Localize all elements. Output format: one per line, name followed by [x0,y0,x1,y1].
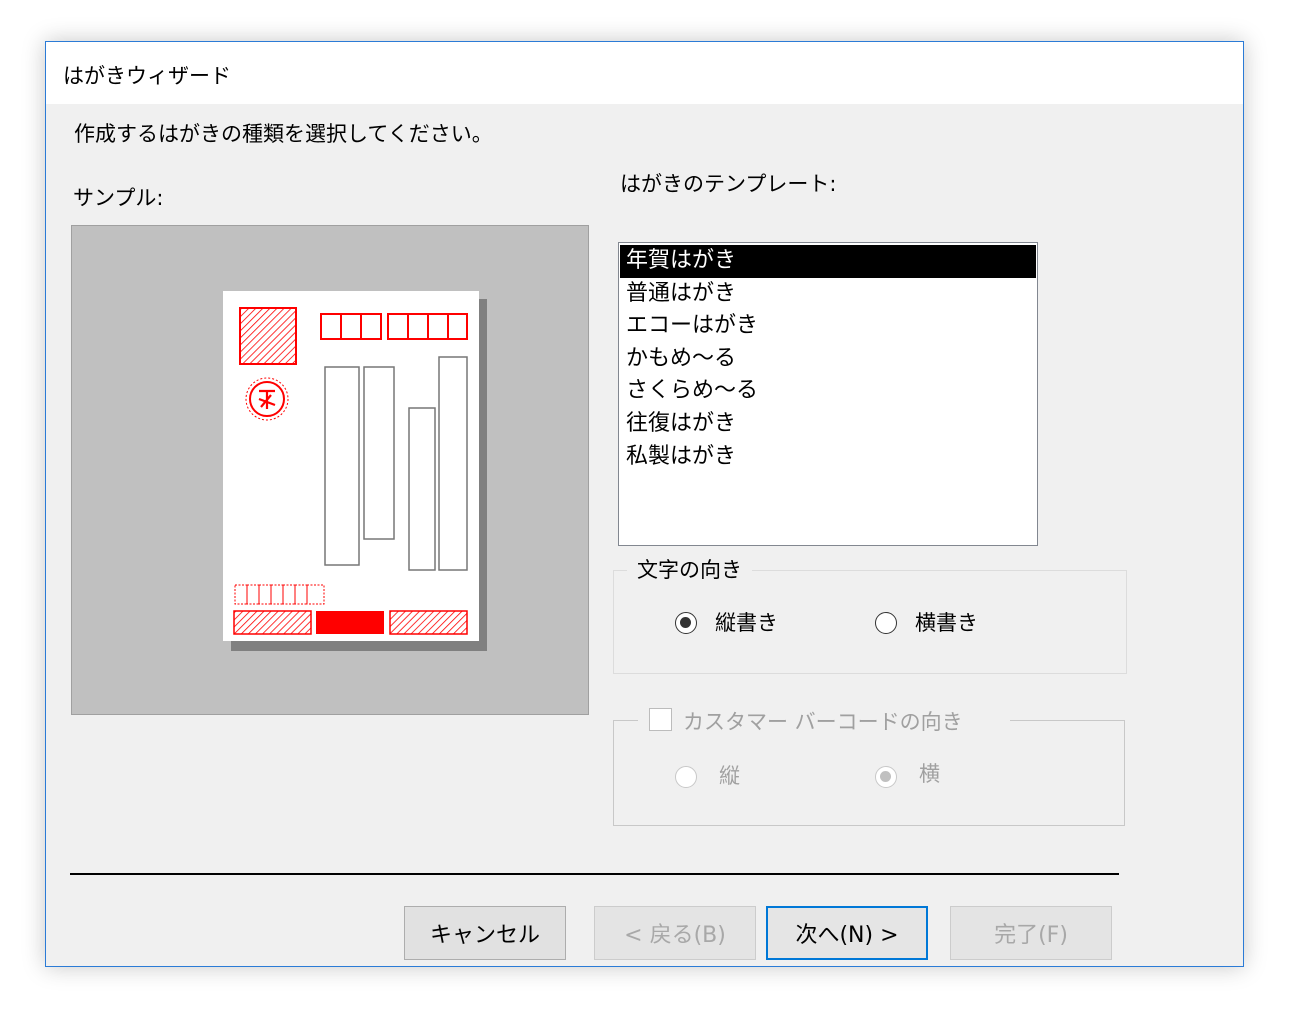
list-item[interactable]: 往復はがき [620,408,1036,441]
barcode-horizontal-radio[interactable] [875,766,897,788]
cancel-button[interactable]: キャンセル [404,906,566,960]
vertical-writing-radio[interactable] [675,612,697,634]
barcode-direction-legend: カスタマー バーコードの向き [683,710,963,734]
postcard-sample [223,291,479,641]
barcode-horizontal-label: 横 [919,762,940,786]
list-item[interactable]: かもめ～る [620,343,1036,376]
list-item[interactable]: エコーはがき [620,310,1036,343]
list-item[interactable]: 私製はがき [620,441,1036,474]
wizard-window: はがきウィザード 作成するはがきの種類を選択してください。 サンプル: はがきの… [45,41,1244,967]
barcode-direction-checkbox[interactable] [649,708,672,731]
list-item[interactable]: 年賀はがき [620,245,1036,278]
text-direction-legend: 文字の向き [627,554,752,584]
horizontal-writing-radio[interactable] [875,612,897,634]
finish-button[interactable]: 完了(F) [950,906,1112,960]
postcard-drawing [233,307,468,635]
horizontal-writing-label[interactable]: 横書き [915,607,978,637]
title-bar[interactable]: はがきウィザード [46,42,1243,104]
template-listbox[interactable]: 年賀はがき 普通はがき エコーはがき かもめ～る さくらめ～る 往復はがき 私製… [618,242,1038,546]
next-button[interactable]: 次へ(N) > [766,906,928,960]
list-item[interactable]: 普通はがき [620,278,1036,311]
sample-preview [71,225,589,715]
barcode-vertical-radio[interactable] [675,766,697,788]
window-title: はがきウィザード [63,64,231,88]
back-button[interactable]: < 戻る(B) [594,906,756,960]
separator-line [70,873,1119,875]
list-item[interactable]: さくらめ～る [620,375,1036,408]
sample-label: サンプル: [73,186,164,210]
instruction-text: 作成するはがきの種類を選択してください。 [74,122,493,146]
vertical-writing-label[interactable]: 縦書き [715,607,778,637]
barcode-vertical-label: 縦 [719,764,740,788]
templates-label: はがきのテンプレート: [620,172,837,196]
